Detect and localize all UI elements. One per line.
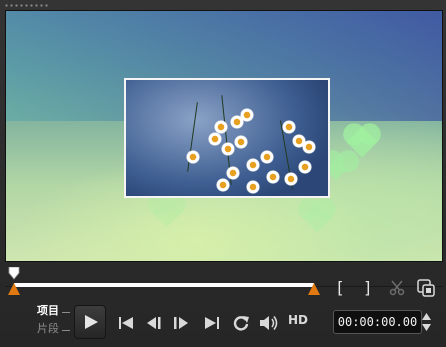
scissors-icon[interactable] xyxy=(389,280,405,296)
mode-clip[interactable]: 片段 xyxy=(37,320,59,338)
player-panel: [ ] 项目 片段 HD 00:00:00.00 xyxy=(0,0,446,347)
mark-out-button[interactable]: ] xyxy=(363,278,373,297)
trim-end-handle[interactable] xyxy=(308,283,320,295)
previous-frame-icon[interactable] xyxy=(145,313,163,333)
mode-connector xyxy=(62,312,70,313)
go-to-end-icon[interactable] xyxy=(203,313,221,333)
timecode-spinner[interactable] xyxy=(420,310,433,334)
preview-window xyxy=(5,10,443,262)
heart-decoration xyxy=(151,196,183,228)
volume-icon[interactable] xyxy=(258,313,280,333)
repeat-icon[interactable] xyxy=(231,313,251,333)
timecode-field[interactable]: 00:00:00.00 xyxy=(333,310,422,334)
go-to-start-icon[interactable] xyxy=(117,313,135,333)
trim-start-handle[interactable] xyxy=(8,283,20,295)
heart-decoration xyxy=(301,201,333,233)
play-icon xyxy=(85,315,98,329)
mode-project[interactable]: 项目 xyxy=(37,302,59,320)
next-frame-icon[interactable] xyxy=(172,313,190,333)
mark-in-button[interactable]: [ xyxy=(335,278,345,297)
hd-toggle[interactable]: HD xyxy=(288,313,308,327)
spin-up-icon[interactable] xyxy=(422,313,431,320)
enlarge-preview-icon[interactable] xyxy=(417,279,435,297)
mode-connector xyxy=(62,330,70,331)
spin-down-icon[interactable] xyxy=(422,324,431,331)
playhead-handle[interactable] xyxy=(8,267,20,280)
daisy-photo xyxy=(124,78,330,198)
play-button[interactable] xyxy=(74,305,106,339)
drag-grip[interactable] xyxy=(4,3,50,8)
trim-range-bar[interactable] xyxy=(14,283,314,287)
mode-switch: 项目 片段 xyxy=(37,302,59,338)
